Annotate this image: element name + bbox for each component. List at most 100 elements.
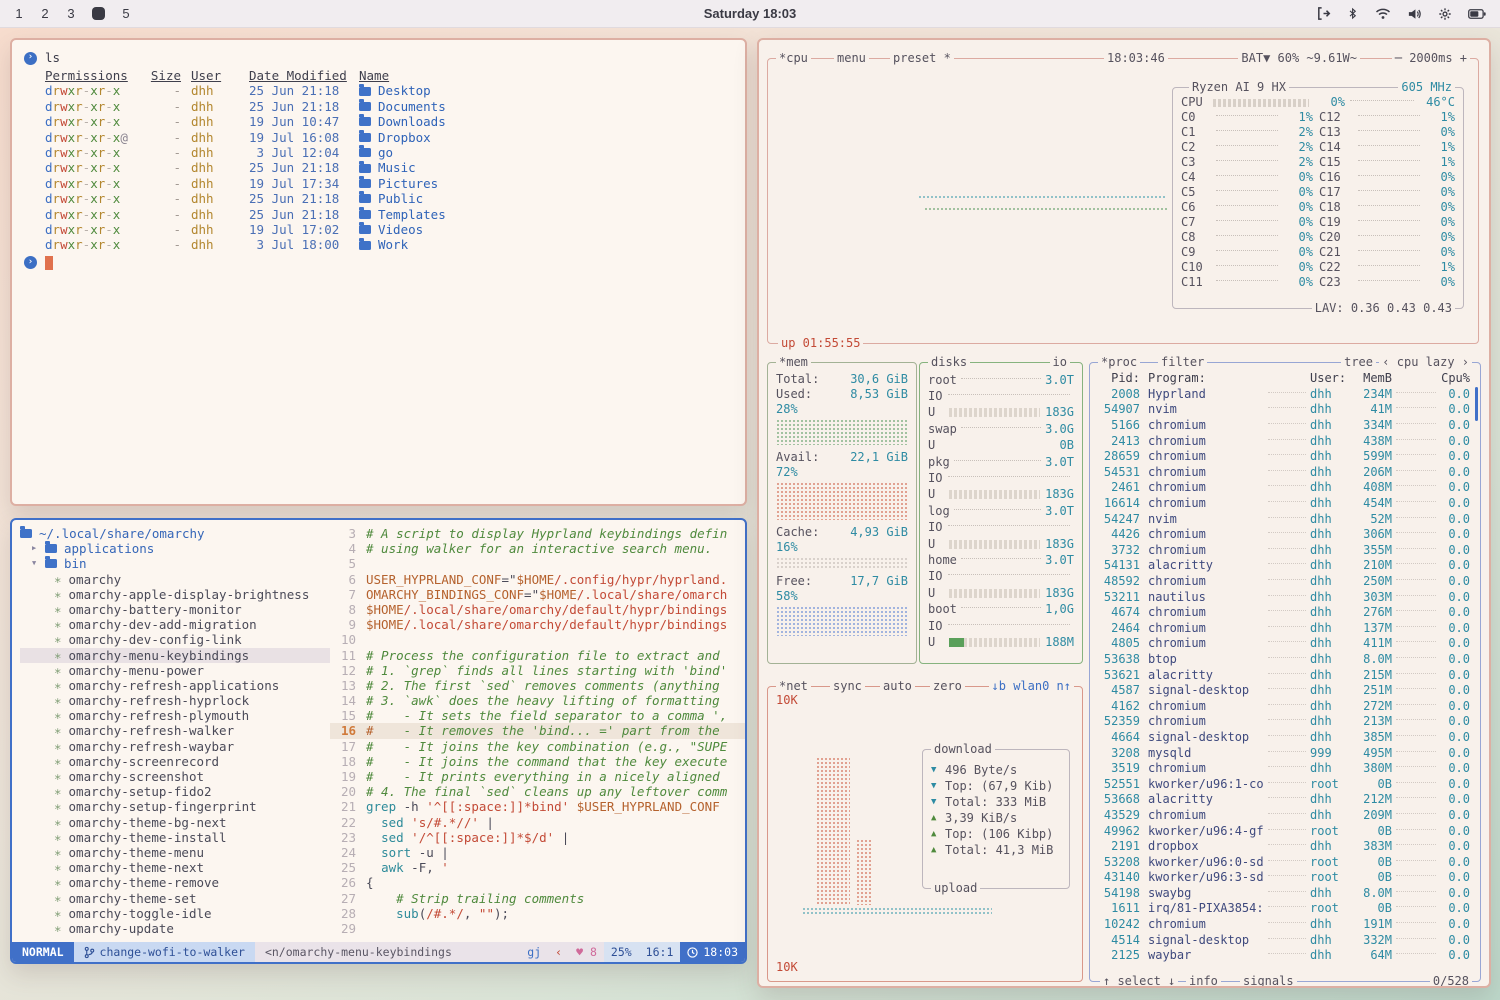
zero-button[interactable]: zero: [930, 679, 965, 694]
tree-file[interactable]: omarchy-theme-bg-next: [20, 815, 330, 830]
process-row[interactable]: 49962kworker/u96:4-gfroot0B0.0: [1100, 823, 1470, 839]
process-row[interactable]: 53208kworker/u96:0-sdroot0B0.0: [1100, 854, 1470, 870]
tree-dir-applications[interactable]: ▶applications: [20, 541, 330, 556]
tree-file[interactable]: omarchy: [20, 572, 330, 587]
process-row[interactable]: 4664signal-desktopdhh385M0.0: [1100, 730, 1470, 746]
tree-toggle[interactable]: tree: [1341, 355, 1376, 370]
process-row[interactable]: 2413chromiumdhh438M0.0: [1100, 433, 1470, 449]
process-row[interactable]: 54198swaybgdhh8.0M0.0: [1100, 886, 1470, 902]
tree-file[interactable]: omarchy-apple-display-brightness: [20, 587, 330, 602]
net-tab[interactable]: *net: [776, 679, 811, 694]
process-row[interactable]: 53621alacrittydhh215M0.0: [1100, 667, 1470, 683]
process-row[interactable]: 43140kworker/u96:3-sdroot0B0.0: [1100, 870, 1470, 886]
terminal-cursor[interactable]: [45, 256, 53, 270]
tree-file[interactable]: omarchy-theme-install: [20, 830, 330, 845]
bluetooth-icon[interactable]: [1347, 6, 1359, 21]
tree-root[interactable]: ~/.local/share/omarchy: [20, 526, 330, 541]
process-row[interactable]: 10242chromiumdhh191M0.0: [1100, 917, 1470, 933]
mem-tab[interactable]: *mem: [776, 355, 811, 370]
process-row[interactable]: 54131alacrittydhh210M0.0: [1100, 558, 1470, 574]
process-row[interactable]: 3519chromiumdhh380M0.0: [1100, 761, 1470, 777]
process-row[interactable]: 52551kworker/u96:1-coroot0B0.0: [1100, 776, 1470, 792]
settings-icon[interactable]: [1438, 7, 1452, 21]
tree-file[interactable]: omarchy-battery-monitor: [20, 602, 330, 617]
process-row[interactable]: 2191dropboxdhh383M0.0: [1100, 839, 1470, 855]
process-row[interactable]: 4426chromiumdhh306M0.0: [1100, 527, 1470, 543]
tree-file[interactable]: omarchy-theme-menu: [20, 845, 330, 860]
process-row[interactable]: 54907nvimdhh41M0.0: [1100, 402, 1470, 418]
tree-file[interactable]: omarchy-refresh-walker: [20, 723, 330, 738]
process-row[interactable]: 4514signal-desktopdhh332M0.0: [1100, 932, 1470, 948]
process-row[interactable]: 2125waybardhh64M0.0: [1100, 948, 1470, 964]
tree-file[interactable]: omarchy-screenshot: [20, 769, 330, 784]
sync-button[interactable]: sync: [830, 679, 865, 694]
sort-selector[interactable]: ‹ cpu lazy ›: [1379, 355, 1472, 370]
process-row[interactable]: 5166chromiumdhh334M0.0: [1100, 418, 1470, 434]
tree-file[interactable]: omarchy-update: [20, 921, 330, 936]
logout-icon[interactable]: [1316, 6, 1331, 21]
info-button[interactable]: info: [1186, 974, 1221, 988]
process-row[interactable]: 2008Hyprlanddhh234M0.0: [1100, 387, 1470, 403]
process-row[interactable]: 3732chromiumdhh355M0.0: [1100, 543, 1470, 559]
interface-selector[interactable]: ↓b wlan0 n↑: [989, 679, 1074, 694]
tree-file[interactable]: omarchy-refresh-applications: [20, 678, 330, 693]
tree-file[interactable]: omarchy-refresh-waybar: [20, 739, 330, 754]
process-row[interactable]: 48592chromiumdhh250M0.0: [1100, 574, 1470, 590]
process-row[interactable]: 53638btopdhh8.0M0.0: [1100, 652, 1470, 668]
git-branch[interactable]: change-wofi-to-walker: [74, 942, 255, 962]
process-row[interactable]: 4587signal-desktopdhh251M0.0: [1100, 683, 1470, 699]
folder-open-icon: [20, 529, 32, 538]
process-row[interactable]: 54247nvimdhh52M0.0: [1100, 511, 1470, 527]
proc-scrollbar[interactable]: [1475, 387, 1478, 421]
volume-icon[interactable]: [1407, 7, 1422, 21]
wifi-icon[interactable]: [1375, 7, 1391, 20]
tree-file[interactable]: omarchy-setup-fido2: [20, 784, 330, 799]
battery-icon[interactable]: [1468, 8, 1486, 20]
process-row[interactable]: 53668alacrittydhh212M0.0: [1100, 792, 1470, 808]
menu-button[interactable]: menu: [834, 51, 869, 66]
workspace-2[interactable]: 2: [40, 6, 50, 21]
process-row[interactable]: 4805chromiumdhh411M0.0: [1100, 636, 1470, 652]
process-row[interactable]: 4674chromiumdhh276M0.0: [1100, 605, 1470, 621]
proc-tab[interactable]: *proc: [1098, 355, 1140, 370]
code-line: 18# - It joins the command that the key …: [330, 754, 745, 769]
tree-file[interactable]: omarchy-theme-remove: [20, 875, 330, 890]
auto-button[interactable]: auto: [880, 679, 915, 694]
tree-file[interactable]: omarchy-screenrecord: [20, 754, 330, 769]
process-row[interactable]: 1611irq/81-PIXA3854:root0B0.0: [1100, 901, 1470, 917]
process-row[interactable]: 53211nautilusdhh303M0.0: [1100, 589, 1470, 605]
workspace-3[interactable]: 3: [66, 6, 76, 21]
tree-file[interactable]: omarchy-setup-fingerprint: [20, 799, 330, 814]
cpu-tab[interactable]: *cpu: [776, 51, 811, 66]
signals-button[interactable]: signals: [1240, 974, 1297, 988]
code-buffer[interactable]: 3# A script to display Hyprland keybindi…: [330, 520, 745, 942]
process-row[interactable]: 3208mysqld999495M0.0: [1100, 745, 1470, 761]
workspace-5[interactable]: 5: [121, 6, 131, 21]
disks-tab[interactable]: disks: [928, 355, 970, 370]
process-row[interactable]: 54531chromiumdhh206M0.0: [1100, 465, 1470, 481]
update-interval[interactable]: ─ 2000ms +: [1392, 51, 1470, 66]
tree-file[interactable]: omarchy-theme-next: [20, 860, 330, 875]
tree-file[interactable]: omarchy-dev-config-link: [20, 632, 330, 647]
tree-file[interactable]: omarchy-menu-keybindings: [20, 648, 330, 663]
workspace-4[interactable]: [92, 7, 105, 20]
process-row[interactable]: 4162chromiumdhh272M0.0: [1100, 698, 1470, 714]
tree-file[interactable]: omarchy-refresh-plymouth: [20, 708, 330, 723]
io-tab[interactable]: io: [1050, 355, 1070, 370]
workspace-1[interactable]: 1: [14, 6, 24, 21]
process-row[interactable]: 2461chromiumdhh408M0.0: [1100, 480, 1470, 496]
process-row[interactable]: 2464chromiumdhh137M0.0: [1100, 621, 1470, 637]
tree-file[interactable]: omarchy-toggle-idle: [20, 906, 330, 921]
process-row[interactable]: 28659chromiumdhh599M0.0: [1100, 449, 1470, 465]
filter-button[interactable]: filter: [1158, 355, 1207, 370]
tree-file[interactable]: omarchy-menu-power: [20, 663, 330, 678]
tree-file[interactable]: omarchy-theme-set: [20, 891, 330, 906]
process-row[interactable]: 16614chromiumdhh454M0.0: [1100, 496, 1470, 512]
process-row[interactable]: 43529chromiumdhh209M0.0: [1100, 808, 1470, 824]
tree-dir-bin[interactable]: ▼bin: [20, 556, 330, 571]
tree-file[interactable]: omarchy-refresh-hyprlock: [20, 693, 330, 708]
tree-file[interactable]: omarchy-dev-add-migration: [20, 617, 330, 632]
select-control[interactable]: ↑ select ↓: [1100, 974, 1178, 988]
process-row[interactable]: 52359chromiumdhh213M0.0: [1100, 714, 1470, 730]
preset-button[interactable]: preset *: [890, 51, 954, 66]
